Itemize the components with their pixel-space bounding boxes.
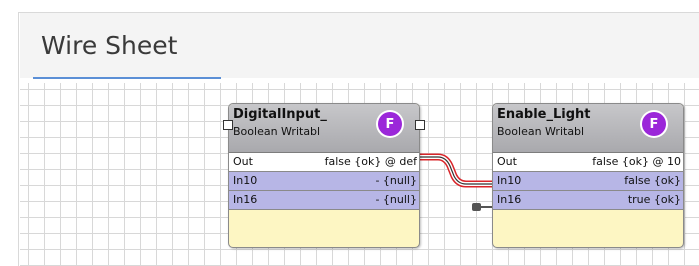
slot-name: Out: [497, 155, 517, 168]
slot-out[interactable]: Out false {ok} @ def: [229, 153, 419, 172]
node-footer: [229, 210, 419, 229]
folder-badge-icon: F: [378, 112, 402, 136]
slot-value: false {ok} @ def: [324, 155, 417, 168]
slot-in16[interactable]: In16 true {ok}: [493, 191, 683, 210]
slot-name: In10: [233, 174, 258, 187]
slot-value: true {ok}: [627, 193, 681, 206]
folder-badge-icon: F: [642, 112, 666, 136]
slot-in10[interactable]: In10 false {ok}: [493, 172, 683, 191]
node-type: Boolean Writabl: [233, 125, 321, 138]
tab-title: Wire Sheet: [41, 31, 178, 60]
slot-value: false {ok}: [624, 174, 681, 187]
node-digitalinput[interactable]: DigitalInput_ Boolean Writabl F Out fals…: [228, 103, 420, 248]
node-enable-light[interactable]: Enable_Light Boolean Writabl F Out false…: [492, 103, 684, 248]
slot-in10[interactable]: In10 - {null}: [229, 172, 419, 191]
node-footer: [493, 210, 683, 229]
node-type: Boolean Writabl: [497, 125, 585, 138]
slot-value: - {null}: [375, 174, 417, 187]
node-name: DigitalInput_: [233, 107, 327, 122]
slot-value: - {null}: [375, 193, 417, 206]
output-port-handle[interactable]: [415, 120, 425, 130]
tab-wire-sheet[interactable]: Wire Sheet: [33, 13, 221, 79]
slot-in16[interactable]: In16 - {null}: [229, 191, 419, 210]
slot-value: false {ok} @ 10: [592, 155, 681, 168]
node-header[interactable]: Enable_Light Boolean Writabl F: [493, 104, 683, 153]
node-header[interactable]: DigitalInput_ Boolean Writabl F: [229, 104, 419, 153]
slot-name: Out: [233, 155, 253, 168]
slot-name: In10: [497, 174, 522, 187]
slot-name: In16: [233, 193, 258, 206]
input-port-handle[interactable]: [223, 120, 233, 130]
node-name: Enable_Light: [497, 107, 591, 122]
tab-strip: Wire Sheet: [20, 13, 699, 79]
slot-name: In16: [497, 193, 522, 206]
slot-out[interactable]: Out false {ok} @ 10: [493, 153, 683, 172]
